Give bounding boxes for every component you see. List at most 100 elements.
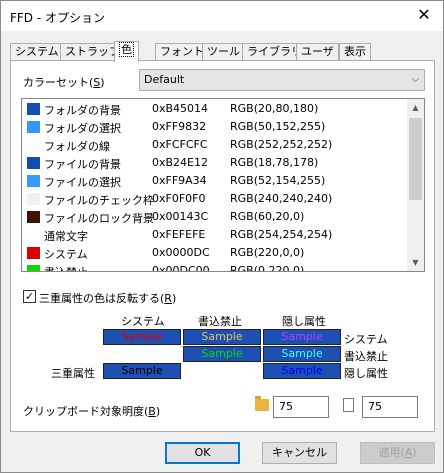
list-item[interactable]: ファイルの背景 0xB24E12 RGB(18,78,178) (22, 154, 408, 172)
close-icon[interactable]: ✕ (415, 6, 433, 24)
folder-icon (255, 396, 269, 411)
options-dialog: FFD - オプション ✕ システム ストラップ 色 フォント ツール ライブラ… (0, 0, 444, 473)
tab-user[interactable]: ユーザ (296, 43, 339, 61)
tab-label: ユーザ (301, 45, 334, 58)
sample-ro-ro: Sample (183, 346, 261, 362)
clipboard-label: クリップボード対象明度(B) (23, 405, 161, 418)
triple-attr-checkbox[interactable]: ✓ (23, 290, 36, 303)
row-label-readonly: 書込禁止 (344, 350, 388, 363)
color-hex: 0xFEFEFE (152, 228, 206, 241)
title-bar: FFD - オプション ✕ (1, 1, 443, 31)
col-header-readonly: 書込禁止 (198, 315, 242, 328)
sample-sys-sys: Sample (103, 329, 181, 345)
tab-color[interactable]: 色 (114, 41, 139, 62)
tab-system[interactable]: システム (10, 43, 64, 61)
color-hex: 0xB45014 (152, 102, 209, 115)
color-set-select[interactable]: Default ⌵ (139, 69, 425, 91)
list-item[interactable]: 通常文字 0xFEFEFE RGB(254,254,254) (22, 226, 408, 244)
sample-ro-hidden: Sample (263, 346, 341, 362)
tab-label: 色 (119, 42, 134, 57)
triple-attr-label[interactable]: 三重属性の色は反転する(R) (39, 290, 176, 306)
tab-display[interactable]: 表示 (339, 43, 371, 61)
tab-label: ツール (207, 45, 240, 58)
color-name: フォルダの線 (44, 140, 110, 153)
color-swatch (27, 157, 40, 169)
tab-font[interactable]: フォント (155, 43, 209, 61)
color-rgb: RGB(0,220,0) (230, 264, 305, 272)
color-swatch (27, 103, 40, 115)
color-name: ファイルのロック背景 (44, 212, 154, 225)
color-hex: 0xB24E12 (152, 156, 208, 169)
list-item[interactable]: フォルダの選択 0xFF9832 RGB(50,152,255) (22, 118, 408, 136)
scroll-up-icon[interactable]: ▲ (407, 99, 424, 116)
tab-label: フォント (160, 45, 204, 58)
color-rgb: RGB(220,0,0) (230, 246, 305, 259)
list-item[interactable]: フォルダの背景 0xB45014 RGB(20,80,180) (22, 100, 408, 118)
color-swatch (27, 211, 40, 223)
row-label-hidden: 隠し属性 (344, 367, 388, 380)
scroll-down-icon[interactable]: ▼ (407, 254, 424, 271)
color-name: ファイルのチェック枠 (44, 194, 154, 207)
color-hex: 0xF0F0F0 (152, 192, 206, 205)
row-label-system: システム (344, 333, 388, 346)
color-rgb: RGB(252,252,252) (230, 138, 333, 151)
color-name: システム (44, 248, 88, 261)
color-swatch (27, 247, 40, 259)
sample-triple: Sample (103, 363, 181, 379)
file-icon (343, 398, 354, 412)
color-swatch (27, 121, 40, 133)
tab-label: 表示 (344, 45, 366, 58)
color-rgb: RGB(240,240,240) (230, 192, 333, 205)
list-item[interactable]: 書込禁止 0x00DC00 RGB(0,220,0) (22, 262, 408, 272)
color-name: 通常文字 (44, 230, 88, 243)
apply-button[interactable]: 適用(A) (360, 442, 435, 464)
color-swatch (27, 193, 40, 205)
vertical-scrollbar[interactable]: ▲ ▼ (407, 99, 424, 271)
ok-button[interactable]: OK (165, 442, 240, 464)
color-rgb: RGB(52,154,255) (230, 174, 326, 187)
scroll-thumb[interactable] (409, 118, 422, 200)
color-rgb: RGB(50,152,255) (230, 120, 326, 133)
color-list[interactable]: 書込禁止 0x00DC00 RGB(0,220,0) システム 0x0000DC RGB(… (21, 98, 425, 272)
color-rgb: RGB(254,254,254) (230, 228, 333, 241)
col-header-hidden: 隠し属性 (282, 315, 326, 328)
list-item[interactable]: ファイルの選択 0xFF9A34 RGB(52,154,255) (22, 172, 408, 190)
color-swatch (27, 175, 40, 187)
color-name: ファイルの選択 (44, 176, 121, 189)
chevron-down-icon: ⌵ (411, 74, 419, 85)
color-name: フォルダの背景 (44, 104, 121, 117)
tab-label: ライブラリ (247, 45, 302, 58)
col-header-system: システム (121, 315, 165, 328)
color-swatch (27, 139, 40, 151)
tab-label: ストラップ (65, 45, 120, 58)
triple-label: 三重属性 (51, 367, 95, 380)
color-hex: 0xFCFCFC (152, 138, 208, 151)
color-hex: 0x0000DC (152, 246, 210, 259)
list-item[interactable]: フォルダの線 0xFCFCFC RGB(252,252,252) (22, 136, 408, 154)
color-name: フォルダの選択 (44, 122, 121, 135)
color-rgb: RGB(20,80,180) (230, 102, 319, 115)
color-rgb: RGB(60,20,0) (230, 210, 305, 223)
list-item[interactable]: ファイルのロック背景 0x00143C RGB(60,20,0) (22, 208, 408, 226)
color-name: 書込禁止 (44, 264, 88, 271)
color-rgb: RGB(18,78,178) (230, 156, 319, 169)
color-name: ファイルの背景 (44, 158, 121, 171)
sample-sys-ro: Sample (183, 329, 261, 345)
list-item[interactable]: システム 0x0000DC RGB(220,0,0) (22, 244, 408, 262)
tab-label: システム (15, 45, 59, 58)
color-hex: 0xFF9A34 (152, 174, 207, 187)
color-hex: 0x00143C (152, 210, 209, 223)
file-brightness-input[interactable]: 75 (362, 396, 418, 418)
color-swatch (27, 265, 40, 271)
color-set-value: Default (144, 73, 185, 86)
window-title: FFD - オプション (10, 11, 106, 25)
sample-sys-hidden: Sample (263, 329, 341, 345)
color-hex: 0x00DC00 (152, 264, 210, 272)
color-swatch (27, 229, 40, 241)
color-hex: 0xFF9832 (152, 120, 207, 133)
list-item[interactable]: ファイルのチェック枠 0xF0F0F0 RGB(240,240,240) (22, 190, 408, 208)
tab-tool[interactable]: ツール (202, 43, 245, 61)
folder-brightness-input[interactable]: 75 (273, 396, 329, 418)
cancel-button[interactable]: キャンセル (262, 442, 337, 464)
sample-hidden-hidden: Sample (263, 363, 341, 379)
